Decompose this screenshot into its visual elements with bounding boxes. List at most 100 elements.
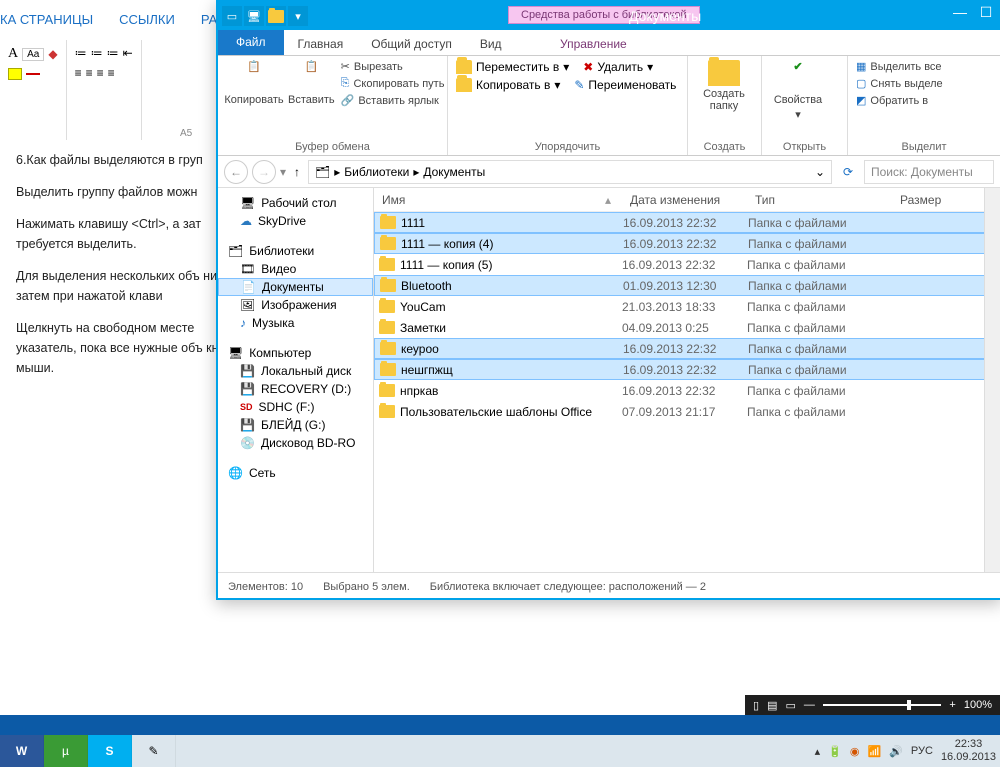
- clock[interactable]: 22:33 16.09.2013: [941, 738, 996, 764]
- col-type[interactable]: Тип: [747, 193, 892, 207]
- taskbar-word[interactable]: W: [0, 735, 44, 767]
- group-select-label: Выделит: [856, 141, 992, 153]
- disk-icon: 💾: [240, 382, 255, 396]
- folder-icon: [375, 342, 401, 355]
- deselect-button[interactable]: ▢Снять выделе: [856, 77, 943, 90]
- file-row[interactable]: 1111 — копия (4)16.09.2013 22:32Папка с …: [374, 233, 1000, 254]
- volume-overlay[interactable]: ▯ ▤ ▭ — + 100%: [745, 695, 1000, 715]
- file-row[interactable]: Пользовательские шаблоны Office07.09.201…: [374, 401, 1000, 422]
- copy-button[interactable]: 📋 Копировать: [226, 60, 282, 106]
- tree-pictures[interactable]: 🖼Изображения: [218, 296, 373, 314]
- status-selected-count: Выбрано 5 элем.: [323, 581, 410, 593]
- file-list[interactable]: 111116.09.2013 22:32Папка с файлами1111 …: [374, 212, 1000, 572]
- minimize-button[interactable]: —: [950, 4, 970, 21]
- disk-icon: 💾: [240, 364, 255, 378]
- word-ruler-mark: А5: [180, 128, 192, 139]
- breadcrumb-item[interactable]: Документы: [423, 165, 485, 179]
- file-type: Папка с файлами: [748, 237, 893, 251]
- tree-video[interactable]: 🎞Видео: [218, 260, 373, 278]
- tab-file[interactable]: Файл: [218, 29, 284, 55]
- cut-button[interactable]: ✂Вырезать: [341, 60, 445, 73]
- speaker-icon[interactable]: 🔊: [889, 745, 903, 758]
- qat-computer-icon[interactable]: 🖥: [244, 6, 264, 26]
- file-row[interactable]: YouCam21.03.2013 18:33Папка с файлами: [374, 296, 1000, 317]
- qat-properties-icon[interactable]: ▭: [222, 6, 242, 26]
- col-date[interactable]: Дата изменения: [622, 193, 747, 207]
- tree-music[interactable]: ♪Музыка: [218, 314, 373, 332]
- search-input[interactable]: Поиск: Документы: [864, 160, 994, 184]
- chevron-right-icon: ▸: [334, 165, 340, 179]
- highlight-control[interactable]: [8, 68, 58, 80]
- taskbar-skype[interactable]: S: [88, 735, 132, 767]
- file-row[interactable]: Заметки04.09.2013 0:25Папка с файлами: [374, 317, 1000, 338]
- recent-dropdown[interactable]: ▾: [280, 165, 286, 179]
- select-all-button[interactable]: ▦Выделить все: [856, 60, 943, 73]
- disk-icon: 💾: [240, 418, 255, 432]
- taskbar-utorrent[interactable]: µ: [44, 735, 88, 767]
- properties-button[interactable]: ✔ Свойства ▾: [770, 60, 826, 121]
- breadcrumb-item[interactable]: Библиотеки: [344, 165, 409, 179]
- tree-network[interactable]: 🌐Сеть: [218, 464, 373, 482]
- refresh-button[interactable]: ⟳: [836, 160, 860, 184]
- chevron-down-icon[interactable]: ⌄: [815, 165, 825, 179]
- invert-selection-button[interactable]: ◩Обратить в: [856, 94, 943, 107]
- layout-icon: ▤: [767, 699, 777, 712]
- tab-home[interactable]: Главная: [284, 33, 358, 55]
- forward-button[interactable]: →: [252, 160, 276, 184]
- language-indicator[interactable]: РУС: [911, 745, 933, 757]
- file-row[interactable]: кеуроо16.09.2013 22:32Папка с файлами: [374, 338, 1000, 359]
- new-folder-button[interactable]: Создать папку: [696, 60, 752, 112]
- word-tab[interactable]: ССЫЛКИ: [119, 12, 175, 36]
- file-row[interactable]: 111116.09.2013 22:32Папка с файлами: [374, 212, 1000, 233]
- tree-blade[interactable]: 💾БЛЕЙД (G:): [218, 416, 373, 434]
- tab-share[interactable]: Общий доступ: [357, 33, 466, 55]
- copy-to-button[interactable]: Копировать в▾: [456, 78, 560, 92]
- breadcrumb[interactable]: 🗂 ▸ Библиотеки ▸ Документы ⌄: [308, 160, 832, 184]
- tree-documents[interactable]: 📄Документы: [218, 278, 373, 296]
- delete-button[interactable]: ✖Удалить▾: [583, 60, 653, 74]
- explorer-titlebar[interactable]: ▭ 🖥 ▾ Средства работы с библиотекой Доку…: [218, 2, 1000, 30]
- maximize-button[interactable]: ☐: [976, 4, 996, 21]
- paste-shortcut-button[interactable]: 🔗Вставить ярлык: [341, 94, 445, 107]
- volume-slider[interactable]: [823, 704, 942, 706]
- tray-icon[interactable]: ◉: [850, 745, 860, 758]
- nav-tree[interactable]: 🖥Рабочий стол ☁SkyDrive 🗂Библиотеки 🎞Вид…: [218, 188, 374, 572]
- list-buttons[interactable]: ≔≔≔⇤: [75, 46, 133, 60]
- tree-desktop[interactable]: 🖥Рабочий стол: [218, 194, 373, 212]
- font-size-control[interactable]: AAa◆: [8, 46, 58, 62]
- tree-local-disk[interactable]: 💾Локальный диск: [218, 362, 373, 380]
- plus-icon[interactable]: +: [949, 699, 955, 711]
- qat-folder-icon[interactable]: [266, 6, 286, 26]
- invert-icon: ◩: [856, 94, 866, 107]
- file-row[interactable]: 1111 — копия (5)16.09.2013 22:32Папка с …: [374, 254, 1000, 275]
- paste-button[interactable]: 📋 Вставить: [288, 60, 335, 106]
- taskbar-app[interactable]: ✎: [132, 735, 176, 767]
- delete-icon: ✖: [583, 60, 593, 74]
- align-buttons[interactable]: ≡≡≡≡: [75, 66, 133, 80]
- tab-manage[interactable]: Управление: [542, 33, 645, 55]
- wifi-icon[interactable]: 📶: [868, 745, 882, 758]
- file-row[interactable]: нпркав16.09.2013 22:32Папка с файлами: [374, 380, 1000, 401]
- file-row[interactable]: нешгпжщ16.09.2013 22:32Папка с файлами: [374, 359, 1000, 380]
- move-to-button[interactable]: Переместить в▾: [456, 60, 569, 74]
- col-name[interactable]: Имя▴: [374, 193, 622, 207]
- copy-path-button[interactable]: ⎘Скопировать путь: [341, 77, 445, 90]
- tree-skydrive[interactable]: ☁SkyDrive: [218, 212, 373, 230]
- rename-button[interactable]: ✎Переименовать: [574, 78, 676, 92]
- qat-dropdown-icon[interactable]: ▾: [288, 6, 308, 26]
- minus-icon[interactable]: —: [804, 699, 815, 711]
- tree-computer[interactable]: 🖥Компьютер: [218, 344, 373, 362]
- tree-libraries[interactable]: 🗂Библиотеки: [218, 242, 373, 260]
- word-tab[interactable]: КА СТРАНИЦЫ: [0, 12, 93, 36]
- tree-sdhc[interactable]: SDSDHC (F:): [218, 398, 373, 416]
- up-button[interactable]: ↑: [290, 165, 304, 179]
- tray-chevron-up-icon[interactable]: ▴: [815, 745, 821, 758]
- file-name: 1111 — копия (5): [400, 258, 622, 272]
- scrollbar[interactable]: [984, 188, 1000, 572]
- back-button[interactable]: ←: [224, 160, 248, 184]
- battery-icon[interactable]: 🔋: [828, 745, 842, 758]
- tree-bdrom[interactable]: 💿Дисковод BD-RO: [218, 434, 373, 452]
- file-row[interactable]: Bluetooth01.09.2013 12:30Папка с файлами: [374, 275, 1000, 296]
- tree-recovery[interactable]: 💾RECOVERY (D:): [218, 380, 373, 398]
- tab-view[interactable]: Вид: [466, 33, 516, 55]
